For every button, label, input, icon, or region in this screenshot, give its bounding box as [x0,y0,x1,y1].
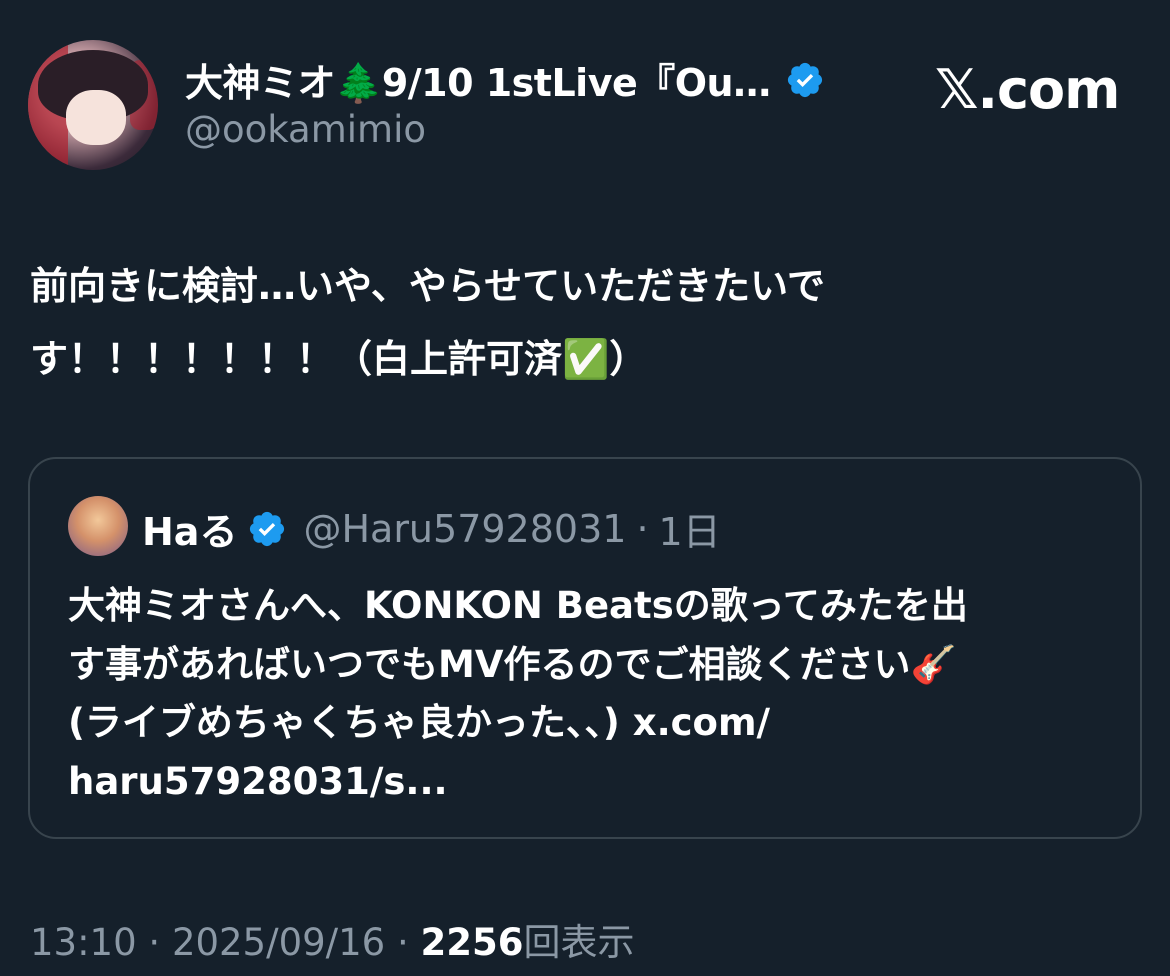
quoted-author-handle[interactable]: @Haru57928031 [303,507,626,551]
x-logo: 𝕏.com [935,58,1120,121]
author-handle[interactable]: @ookamimio [185,108,426,151]
quoted-tweet-text: 大神ミオさんへ、KONKON Beatsの歌ってみたを出 す事があればいつでもM… [68,584,968,803]
tweet-date[interactable]: 2025/09/16 [172,921,385,964]
views-count[interactable]: 2256 [421,921,524,964]
views-label: 回表示 [523,921,635,964]
tweet-time[interactable]: 13:10 [30,921,137,964]
quoted-author-avatar[interactable] [68,496,128,556]
author-display-name[interactable]: 大神ミオ🌲9/10 1stLive『Ou… [185,52,771,107]
tweet-footer: 13:10 · 2025/09/16 · 2256回表示 [30,912,634,966]
verified-badge-icon [250,511,285,546]
tweet-text: 前向きに検討…いや、やらせていただきたいで す！！！！！！！（白上許可済✅） [30,264,825,381]
footer-separator: · [385,921,421,964]
verified-badge-icon [787,62,822,97]
quoted-tweet-header: Haる @Haru57928031 · 1日 [142,501,721,556]
tweet-screenshot: 大神ミオ🌲9/10 1stLive『Ou… @ookamimio 𝕏.com 前… [0,0,1170,976]
footer-separator: · [136,921,172,964]
meta-separator: · [636,506,649,551]
author-name-row[interactable]: 大神ミオ🌲9/10 1stLive『Ou… [185,52,825,107]
quoted-tweet-time[interactable]: 1日 [659,501,721,556]
quoted-tweet-card[interactable]: Haる @Haru57928031 · 1日 大神ミオさんへ、KONKON Be… [28,457,1142,839]
author-avatar[interactable] [28,40,158,170]
quoted-author-name[interactable]: Haる [142,501,237,556]
